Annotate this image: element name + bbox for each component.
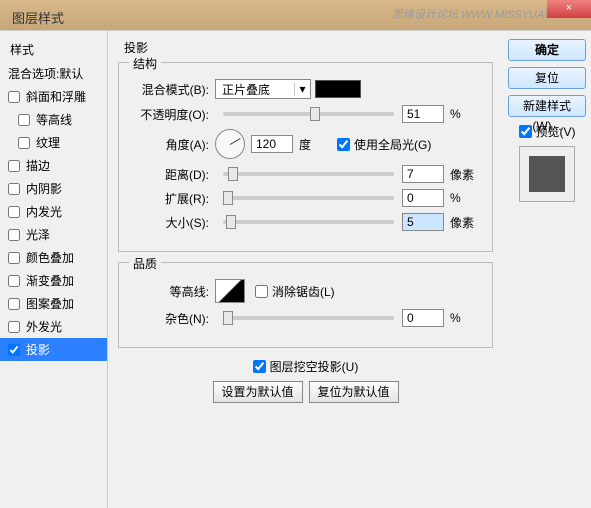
sidebar-checkbox-6[interactable] <box>8 229 20 241</box>
sidebar-item-10[interactable]: 外发光 <box>0 315 107 338</box>
sidebar-item-5[interactable]: 内发光 <box>0 200 107 223</box>
sidebar-item-label: 图案叠加 <box>26 295 74 312</box>
distance-label: 距离(D): <box>131 166 209 183</box>
sidebar-item-label: 投影 <box>26 341 50 358</box>
sidebar-checkbox-2[interactable] <box>18 137 30 149</box>
angle-unit: 度 <box>299 136 329 153</box>
sidebar: 样式 混合选项:默认 斜面和浮雕等高线纹理描边内阴影内发光光泽颜色叠加渐变叠加图… <box>0 31 108 508</box>
structure-group: 结构 混合模式(B): 正片叠底 ▾ 不透明度(O): 51 % 角度(A): … <box>118 62 493 252</box>
sidebar-item-6[interactable]: 光泽 <box>0 223 107 246</box>
sidebar-checkbox-9[interactable] <box>8 298 20 310</box>
distance-input[interactable]: 7 <box>402 165 444 183</box>
quality-legend: 品质 <box>129 255 161 272</box>
set-default-button[interactable]: 设置为默认值 <box>213 381 303 403</box>
size-slider[interactable] <box>223 220 394 224</box>
angle-input[interactable]: 120 <box>251 135 293 153</box>
sidebar-item-label: 纹理 <box>36 134 60 151</box>
antialias-label: 消除锯齿(L) <box>272 283 335 300</box>
opacity-unit: % <box>450 107 480 121</box>
titlebar: 图层样式 思缘设计论坛 WWW.MISSYUAN.COM × <box>0 0 591 30</box>
antialias-checkbox[interactable] <box>255 285 268 298</box>
right-pane: 确定 复位 新建样式(W)... 预览(V) <box>503 31 591 508</box>
sidebar-item-label: 外发光 <box>26 318 62 335</box>
shadow-color-swatch[interactable] <box>315 80 361 98</box>
global-light-label: 使用全局光(G) <box>354 136 431 153</box>
chevron-down-icon: ▾ <box>294 82 310 96</box>
sidebar-item-label: 内发光 <box>26 203 62 220</box>
distance-slider[interactable] <box>223 172 394 176</box>
sidebar-checkbox-7[interactable] <box>8 252 20 264</box>
sidebar-checkbox-8[interactable] <box>8 275 20 287</box>
sidebar-checkbox-10[interactable] <box>8 321 20 333</box>
size-label: 大小(S): <box>131 214 209 231</box>
sidebar-item-9[interactable]: 图案叠加 <box>0 292 107 315</box>
knockout-checkbox[interactable] <box>253 360 266 373</box>
quality-group: 品质 等高线: 消除锯齿(L) 杂色(N): 0 % <box>118 262 493 348</box>
blend-mode-label: 混合模式(B): <box>131 81 209 98</box>
main-panel: 投影 结构 混合模式(B): 正片叠底 ▾ 不透明度(O): 51 % 角度(A… <box>108 31 503 508</box>
contour-label: 等高线: <box>131 283 209 300</box>
opacity-slider[interactable] <box>223 112 394 116</box>
reset-default-button[interactable]: 复位为默认值 <box>309 381 399 403</box>
sidebar-item-3[interactable]: 描边 <box>0 154 107 177</box>
reset-button[interactable]: 复位 <box>508 67 586 89</box>
sidebar-item-label: 颜色叠加 <box>26 249 74 266</box>
sidebar-blend-defaults[interactable]: 混合选项:默认 <box>0 62 107 85</box>
sidebar-item-label: 等高线 <box>36 111 72 128</box>
size-input[interactable]: 5 <box>402 213 444 231</box>
preview-checkbox[interactable] <box>519 125 532 138</box>
sidebar-checkbox-0[interactable] <box>8 91 20 103</box>
noise-input[interactable]: 0 <box>402 309 444 327</box>
contour-picker[interactable] <box>215 279 245 303</box>
close-button[interactable]: × <box>547 0 591 18</box>
spread-slider[interactable] <box>223 196 394 200</box>
angle-dial[interactable] <box>215 129 245 159</box>
global-light-checkbox[interactable] <box>337 138 350 151</box>
blend-mode-value: 正片叠底 <box>216 81 294 98</box>
noise-label: 杂色(N): <box>131 310 209 327</box>
sidebar-heading: 样式 <box>0 37 107 62</box>
sidebar-checkbox-1[interactable] <box>18 114 30 126</box>
structure-legend: 结构 <box>129 55 161 72</box>
sidebar-item-label: 光泽 <box>26 226 50 243</box>
dialog-title: 图层样式 <box>12 8 64 27</box>
sidebar-item-0[interactable]: 斜面和浮雕 <box>0 85 107 108</box>
opacity-input[interactable]: 51 <box>402 105 444 123</box>
opacity-label: 不透明度(O): <box>131 106 209 123</box>
sidebar-item-4[interactable]: 内阴影 <box>0 177 107 200</box>
sidebar-item-label: 描边 <box>26 157 50 174</box>
spread-unit: % <box>450 191 480 205</box>
blend-mode-select[interactable]: 正片叠底 ▾ <box>215 79 311 99</box>
noise-unit: % <box>450 311 480 325</box>
main-title: 投影 <box>124 39 493 56</box>
sidebar-item-7[interactable]: 颜色叠加 <box>0 246 107 269</box>
size-unit: 像素 <box>450 214 480 231</box>
preview-inner <box>529 156 565 192</box>
sidebar-item-label: 渐变叠加 <box>26 272 74 289</box>
sidebar-checkbox-11[interactable] <box>8 344 20 356</box>
angle-label: 角度(A): <box>131 136 209 153</box>
sidebar-item-11[interactable]: 投影 <box>0 338 107 361</box>
new-style-button[interactable]: 新建样式(W)... <box>508 95 586 117</box>
sidebar-item-label: 斜面和浮雕 <box>26 88 86 105</box>
sidebar-item-2[interactable]: 纹理 <box>0 131 107 154</box>
knockout-label: 图层挖空投影(U) <box>270 358 359 375</box>
sidebar-checkbox-4[interactable] <box>8 183 20 195</box>
sidebar-item-label: 内阴影 <box>26 180 62 197</box>
spread-label: 扩展(R): <box>131 190 209 207</box>
preview-label: 预览(V) <box>536 123 576 140</box>
dialog-body: 样式 混合选项:默认 斜面和浮雕等高线纹理描边内阴影内发光光泽颜色叠加渐变叠加图… <box>0 30 591 508</box>
sidebar-item-8[interactable]: 渐变叠加 <box>0 269 107 292</box>
preview-thumbnail <box>519 146 575 202</box>
sidebar-checkbox-5[interactable] <box>8 206 20 218</box>
sidebar-checkbox-3[interactable] <box>8 160 20 172</box>
noise-slider[interactable] <box>223 316 394 320</box>
distance-unit: 像素 <box>450 166 480 183</box>
sidebar-item-1[interactable]: 等高线 <box>0 108 107 131</box>
ok-button[interactable]: 确定 <box>508 39 586 61</box>
spread-input[interactable]: 0 <box>402 189 444 207</box>
